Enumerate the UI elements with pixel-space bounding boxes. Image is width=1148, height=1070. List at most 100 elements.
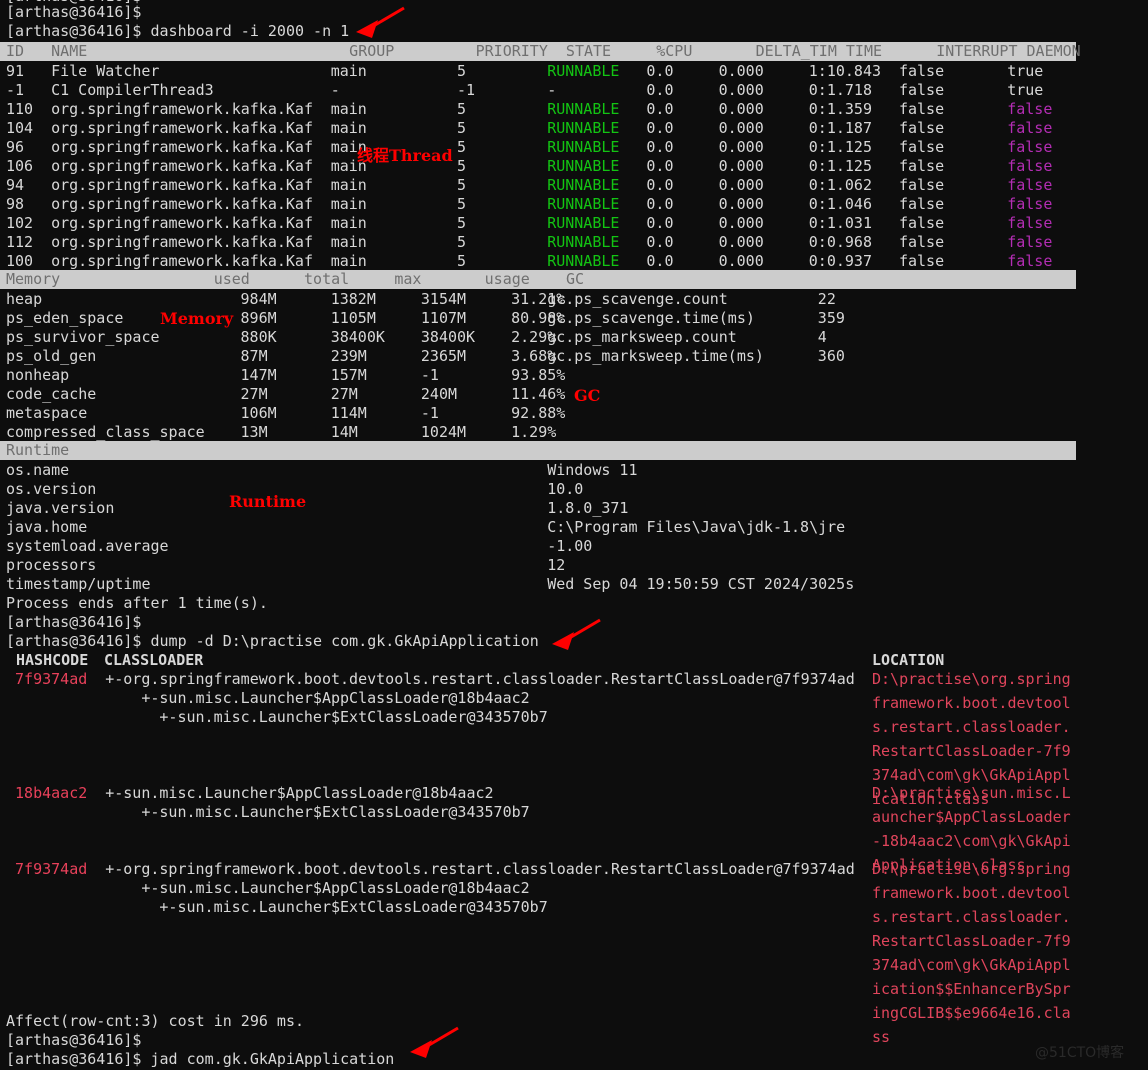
thread-priority: -1 bbox=[457, 81, 476, 99]
thread-id: -1 bbox=[6, 81, 25, 99]
runtime-value: -1.00 bbox=[547, 537, 593, 555]
dump-classloader-line: +-sun.misc.Launcher$ExtClassLoader@34357… bbox=[105, 708, 548, 726]
annotation-arrow-jad bbox=[410, 1026, 459, 1058]
thread-interrupt: false bbox=[898, 138, 945, 156]
annotation-gc: GC bbox=[574, 386, 601, 405]
annotation-arrow-dashboard bbox=[356, 6, 405, 38]
memory-name: code_cache bbox=[6, 385, 97, 403]
runtime-value: 12 bbox=[547, 556, 566, 574]
th-priority: PRIORITY bbox=[475, 42, 566, 60]
thread-time: 0:1.062 bbox=[808, 176, 872, 194]
thread-name: org.springframework.kafka.Kaf bbox=[51, 233, 313, 251]
thread-id: 106 bbox=[6, 157, 34, 175]
runtime-value: Wed Sep 04 19:50:59 CST 2024/3025s bbox=[547, 575, 855, 593]
gc-value: 360 bbox=[817, 347, 845, 365]
memory-used: 984M bbox=[240, 290, 277, 308]
dump-classloader-line: +-sun.misc.Launcher$AppClassLoader@18b4a… bbox=[105, 784, 494, 802]
dump-location-line: RestartClassLoader-7f9 bbox=[872, 742, 1071, 760]
threads-header-text: ID NAME GROUP PRIORITY STATE %CPU DELTA_… bbox=[6, 42, 1081, 61]
memory-name: compressed_class_space bbox=[6, 423, 205, 441]
mh-gc: GC bbox=[565, 270, 584, 288]
dump-location-line: ss bbox=[872, 1028, 891, 1046]
memory-total: 114M bbox=[330, 404, 367, 422]
memory-max: -1 bbox=[420, 404, 439, 422]
dump-location-line: 374ad\com\gk\GkApiAppl bbox=[872, 766, 1071, 784]
dump-location-line: RestartClassLoader-7f9 bbox=[872, 932, 1071, 950]
runtime-value: Windows 11 bbox=[547, 461, 638, 479]
runtime-key: processors bbox=[6, 556, 97, 574]
memory-used: 13M bbox=[240, 423, 268, 441]
thread-id: 104 bbox=[6, 119, 34, 137]
memory-max: 2365M bbox=[420, 347, 467, 365]
mh-total: total bbox=[304, 270, 395, 288]
dump-classloader-line: +-org.springframework.boot.devtools.rest… bbox=[105, 670, 855, 688]
thread-delta: 0.000 bbox=[718, 138, 764, 156]
thread-cpu: 0.0 bbox=[646, 138, 674, 156]
gc-key: gc.ps_scavenge.count bbox=[547, 290, 728, 308]
thread-state: RUNNABLE bbox=[547, 195, 620, 213]
runtime-key: timestamp/uptime bbox=[6, 575, 151, 593]
annotation-runtime: Runtime bbox=[229, 492, 307, 511]
thread-daemon: true bbox=[1007, 62, 1044, 80]
annotation-thread: 线程Thread bbox=[357, 146, 453, 165]
thread-group: - bbox=[330, 81, 340, 99]
thread-cpu: 0.0 bbox=[646, 119, 674, 137]
mh-max: max bbox=[394, 270, 485, 288]
thread-id: 112 bbox=[6, 233, 34, 251]
runtime-header-bar bbox=[0, 441, 1076, 460]
gc-value: 22 bbox=[817, 290, 836, 308]
dump-location-line: ication$$EnhancerBySpr bbox=[872, 980, 1071, 998]
memory-name: nonheap bbox=[6, 366, 70, 384]
memory-total: 239M bbox=[330, 347, 367, 365]
runtime-value: 10.0 bbox=[547, 480, 584, 498]
memory-used: 87M bbox=[240, 347, 268, 365]
thread-id: 110 bbox=[6, 100, 34, 118]
thread-cpu: 0.0 bbox=[646, 100, 674, 118]
thread-daemon: false bbox=[1007, 138, 1053, 156]
dump-location-line: D:\practise\org.spring bbox=[872, 860, 1071, 878]
runtime-key: java.version bbox=[6, 499, 115, 517]
thread-cpu: 0.0 bbox=[646, 62, 674, 80]
gc-value: 359 bbox=[817, 309, 845, 327]
memory-usage: 1.29% bbox=[511, 423, 557, 441]
thread-state: RUNNABLE bbox=[547, 176, 620, 194]
dump-classloader-line: +-sun.misc.Launcher$AppClassLoader@18b4a… bbox=[105, 879, 530, 897]
thread-group: main bbox=[330, 176, 367, 194]
thread-name: org.springframework.kafka.Kaf bbox=[51, 157, 313, 175]
thread-group: main bbox=[330, 252, 367, 270]
annotation-memory: Memory bbox=[160, 309, 234, 328]
watermark-51cto: @51CTO博客 bbox=[1035, 1045, 1125, 1061]
thread-interrupt: false bbox=[898, 176, 945, 194]
memory-used: 27M bbox=[240, 385, 268, 403]
thread-id: 91 bbox=[6, 62, 25, 80]
thread-cpu: 0.0 bbox=[646, 233, 674, 251]
thread-daemon: false bbox=[1007, 176, 1053, 194]
th-daemon: DAEMON bbox=[1026, 42, 1081, 60]
dump-classloader-line: +-org.springframework.boot.devtools.rest… bbox=[105, 860, 855, 878]
thread-daemon: false bbox=[1007, 214, 1053, 232]
thread-state: RUNNABLE bbox=[547, 233, 620, 251]
gc-value: 4 bbox=[817, 328, 827, 346]
memory-max: 1107M bbox=[420, 309, 467, 327]
runtime-key: os.version bbox=[6, 480, 97, 498]
terminal-prompt-line: [arthas@36416]$ bbox=[6, 3, 142, 21]
memory-max: 240M bbox=[420, 385, 458, 403]
terminal-command-dashboard: [arthas@36416]$ dashboard -i 2000 -n 1 bbox=[6, 22, 350, 40]
dump-location-line: 374ad\com\gk\GkApiAppl bbox=[872, 956, 1071, 974]
thread-cpu: 0.0 bbox=[646, 195, 674, 213]
thread-priority: 5 bbox=[457, 138, 467, 156]
terminal-screen[interactable]: [arthas@36416]$ [arthas@36416]$ [arthas@… bbox=[0, 0, 1148, 1070]
thread-cpu: 0.0 bbox=[646, 176, 674, 194]
th-interrupt: INTERRUPT bbox=[936, 42, 1027, 60]
thread-id: 94 bbox=[6, 176, 25, 194]
dump-classloader-line: +-sun.misc.Launcher$AppClassLoader@18b4a… bbox=[105, 689, 530, 707]
thread-state: RUNNABLE bbox=[547, 214, 620, 232]
memory-used: 896M bbox=[240, 309, 277, 327]
memory-usage: 93.85% bbox=[511, 366, 566, 384]
thread-daemon: true bbox=[1007, 81, 1044, 99]
thread-priority: 5 bbox=[457, 176, 467, 194]
terminal-process-ends: Process ends after 1 time(s). bbox=[6, 594, 268, 612]
thread-id: 98 bbox=[6, 195, 25, 213]
thread-interrupt: false bbox=[898, 214, 945, 232]
dump-header-location: LOCATION bbox=[872, 651, 945, 669]
